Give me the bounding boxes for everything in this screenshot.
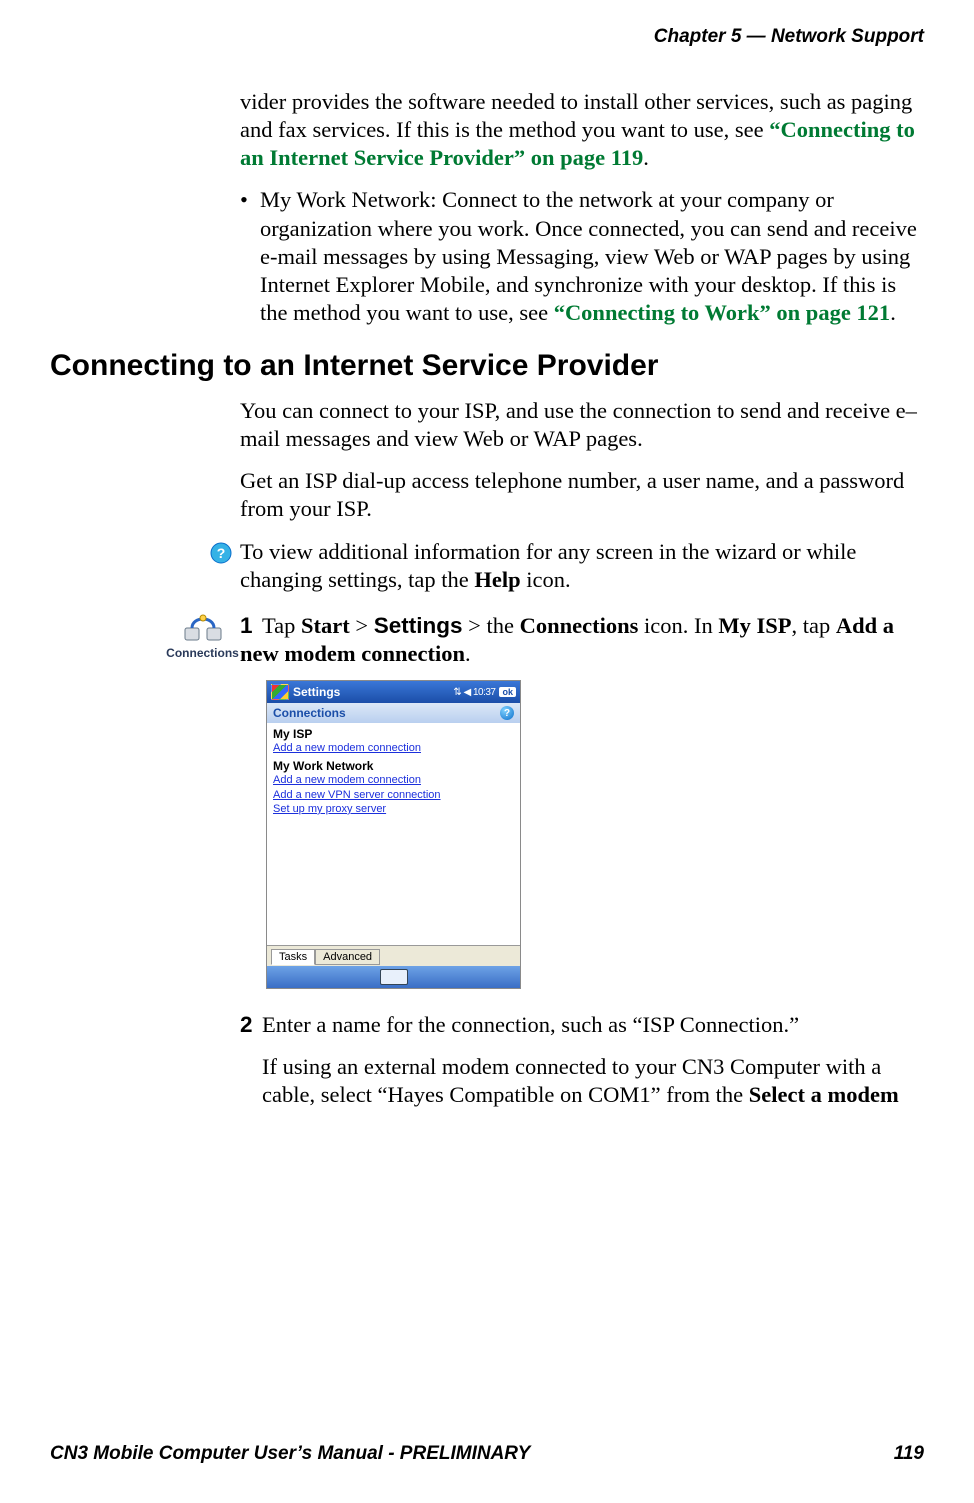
wm-link-work-add-vpn[interactable]: Add a new VPN server connection [273, 788, 514, 802]
intro-paragraph: vider provides the software needed to in… [240, 88, 924, 172]
step2-text: Enter a name for the connection, such as… [262, 1012, 799, 1037]
step2-line: 2Enter a name for the connection, such a… [240, 1011, 924, 1039]
footer-manual-title: CN3 Mobile Computer User’s Manual - PREL… [50, 1443, 530, 1465]
wm-group-mywork: My Work Network [273, 759, 514, 773]
wm-titlebar: Settings ⇅ ◀ 10:37 ok [267, 681, 520, 703]
wm-title: Settings [293, 685, 340, 699]
tip-post: icon. [521, 567, 571, 592]
wm-subtitle: Connections [273, 706, 346, 720]
wm-link-work-add-modem[interactable]: Add a new modem connection [273, 773, 514, 787]
step2-number: 2 [240, 1011, 262, 1039]
help-tip-icon: ? [50, 538, 240, 564]
running-head: Chapter 5 — Network Support [50, 26, 924, 48]
isp-para2: Get an ISP dial-up access telephone numb… [240, 467, 924, 523]
step1-text: 1Tap Start > Settings > the Connections … [240, 612, 924, 668]
link-connecting-work[interactable]: “Connecting to Work” on page 121 [554, 300, 891, 325]
wm-group-myisp: My ISP [273, 727, 514, 741]
s1t3: > the [463, 613, 520, 638]
wm-keyboard-icon[interactable] [380, 969, 408, 985]
screenshot-connections-settings: Settings ⇅ ◀ 10:37 ok Connections ? My I… [266, 680, 521, 989]
bullet1-text-post: . [890, 300, 896, 325]
connections-icon-label: Connections [165, 646, 240, 660]
intro-text-post: . [643, 145, 649, 170]
para3-bold: Select a modem [749, 1082, 899, 1107]
s1t2: > [350, 613, 374, 638]
wm-link-work-proxy[interactable]: Set up my proxy server [273, 802, 514, 816]
wm-help-icon[interactable]: ? [500, 706, 514, 720]
wm-link-isp-add-modem[interactable]: Add a new modem connection [273, 741, 514, 755]
start-flag-icon[interactable] [271, 684, 289, 700]
wm-ok-button[interactable]: ok [499, 687, 516, 697]
s1b2: Settings [374, 613, 463, 638]
s1t4: icon. In [638, 613, 718, 638]
s1t1: Tap [262, 613, 301, 638]
step2-followup: If using an external modem connected to … [262, 1053, 924, 1109]
s1b1: Start [301, 613, 350, 638]
footer-page-number: 119 [894, 1443, 924, 1465]
tip-bold: Help [474, 567, 520, 592]
section-heading: Connecting to an Internet Service Provid… [50, 349, 924, 383]
svg-text:?: ? [217, 545, 226, 561]
s1b4: My ISP [718, 613, 791, 638]
wm-status-tray: ⇅ ◀ 10:37 [453, 687, 495, 698]
wm-bottombar [267, 966, 520, 988]
s1b3: Connections [520, 613, 639, 638]
s1t5: , tap [791, 613, 835, 638]
connections-app-icon: Connections [50, 612, 240, 660]
wm-subheader: Connections ? [267, 703, 520, 723]
help-tip-text: To view additional information for any s… [240, 538, 924, 594]
wm-tabs: Tasks Advanced [267, 945, 520, 966]
wm-tab-tasks[interactable]: Tasks [271, 949, 315, 965]
step1-number: 1 [240, 612, 262, 640]
s1t6: . [465, 641, 471, 666]
bullet-work-network: • My Work Network: Connect to the networ… [240, 186, 924, 327]
isp-para1: You can connect to your ISP, and use the… [240, 397, 924, 453]
wm-tab-advanced[interactable]: Advanced [315, 949, 380, 965]
bullet-marker: • [240, 186, 260, 327]
